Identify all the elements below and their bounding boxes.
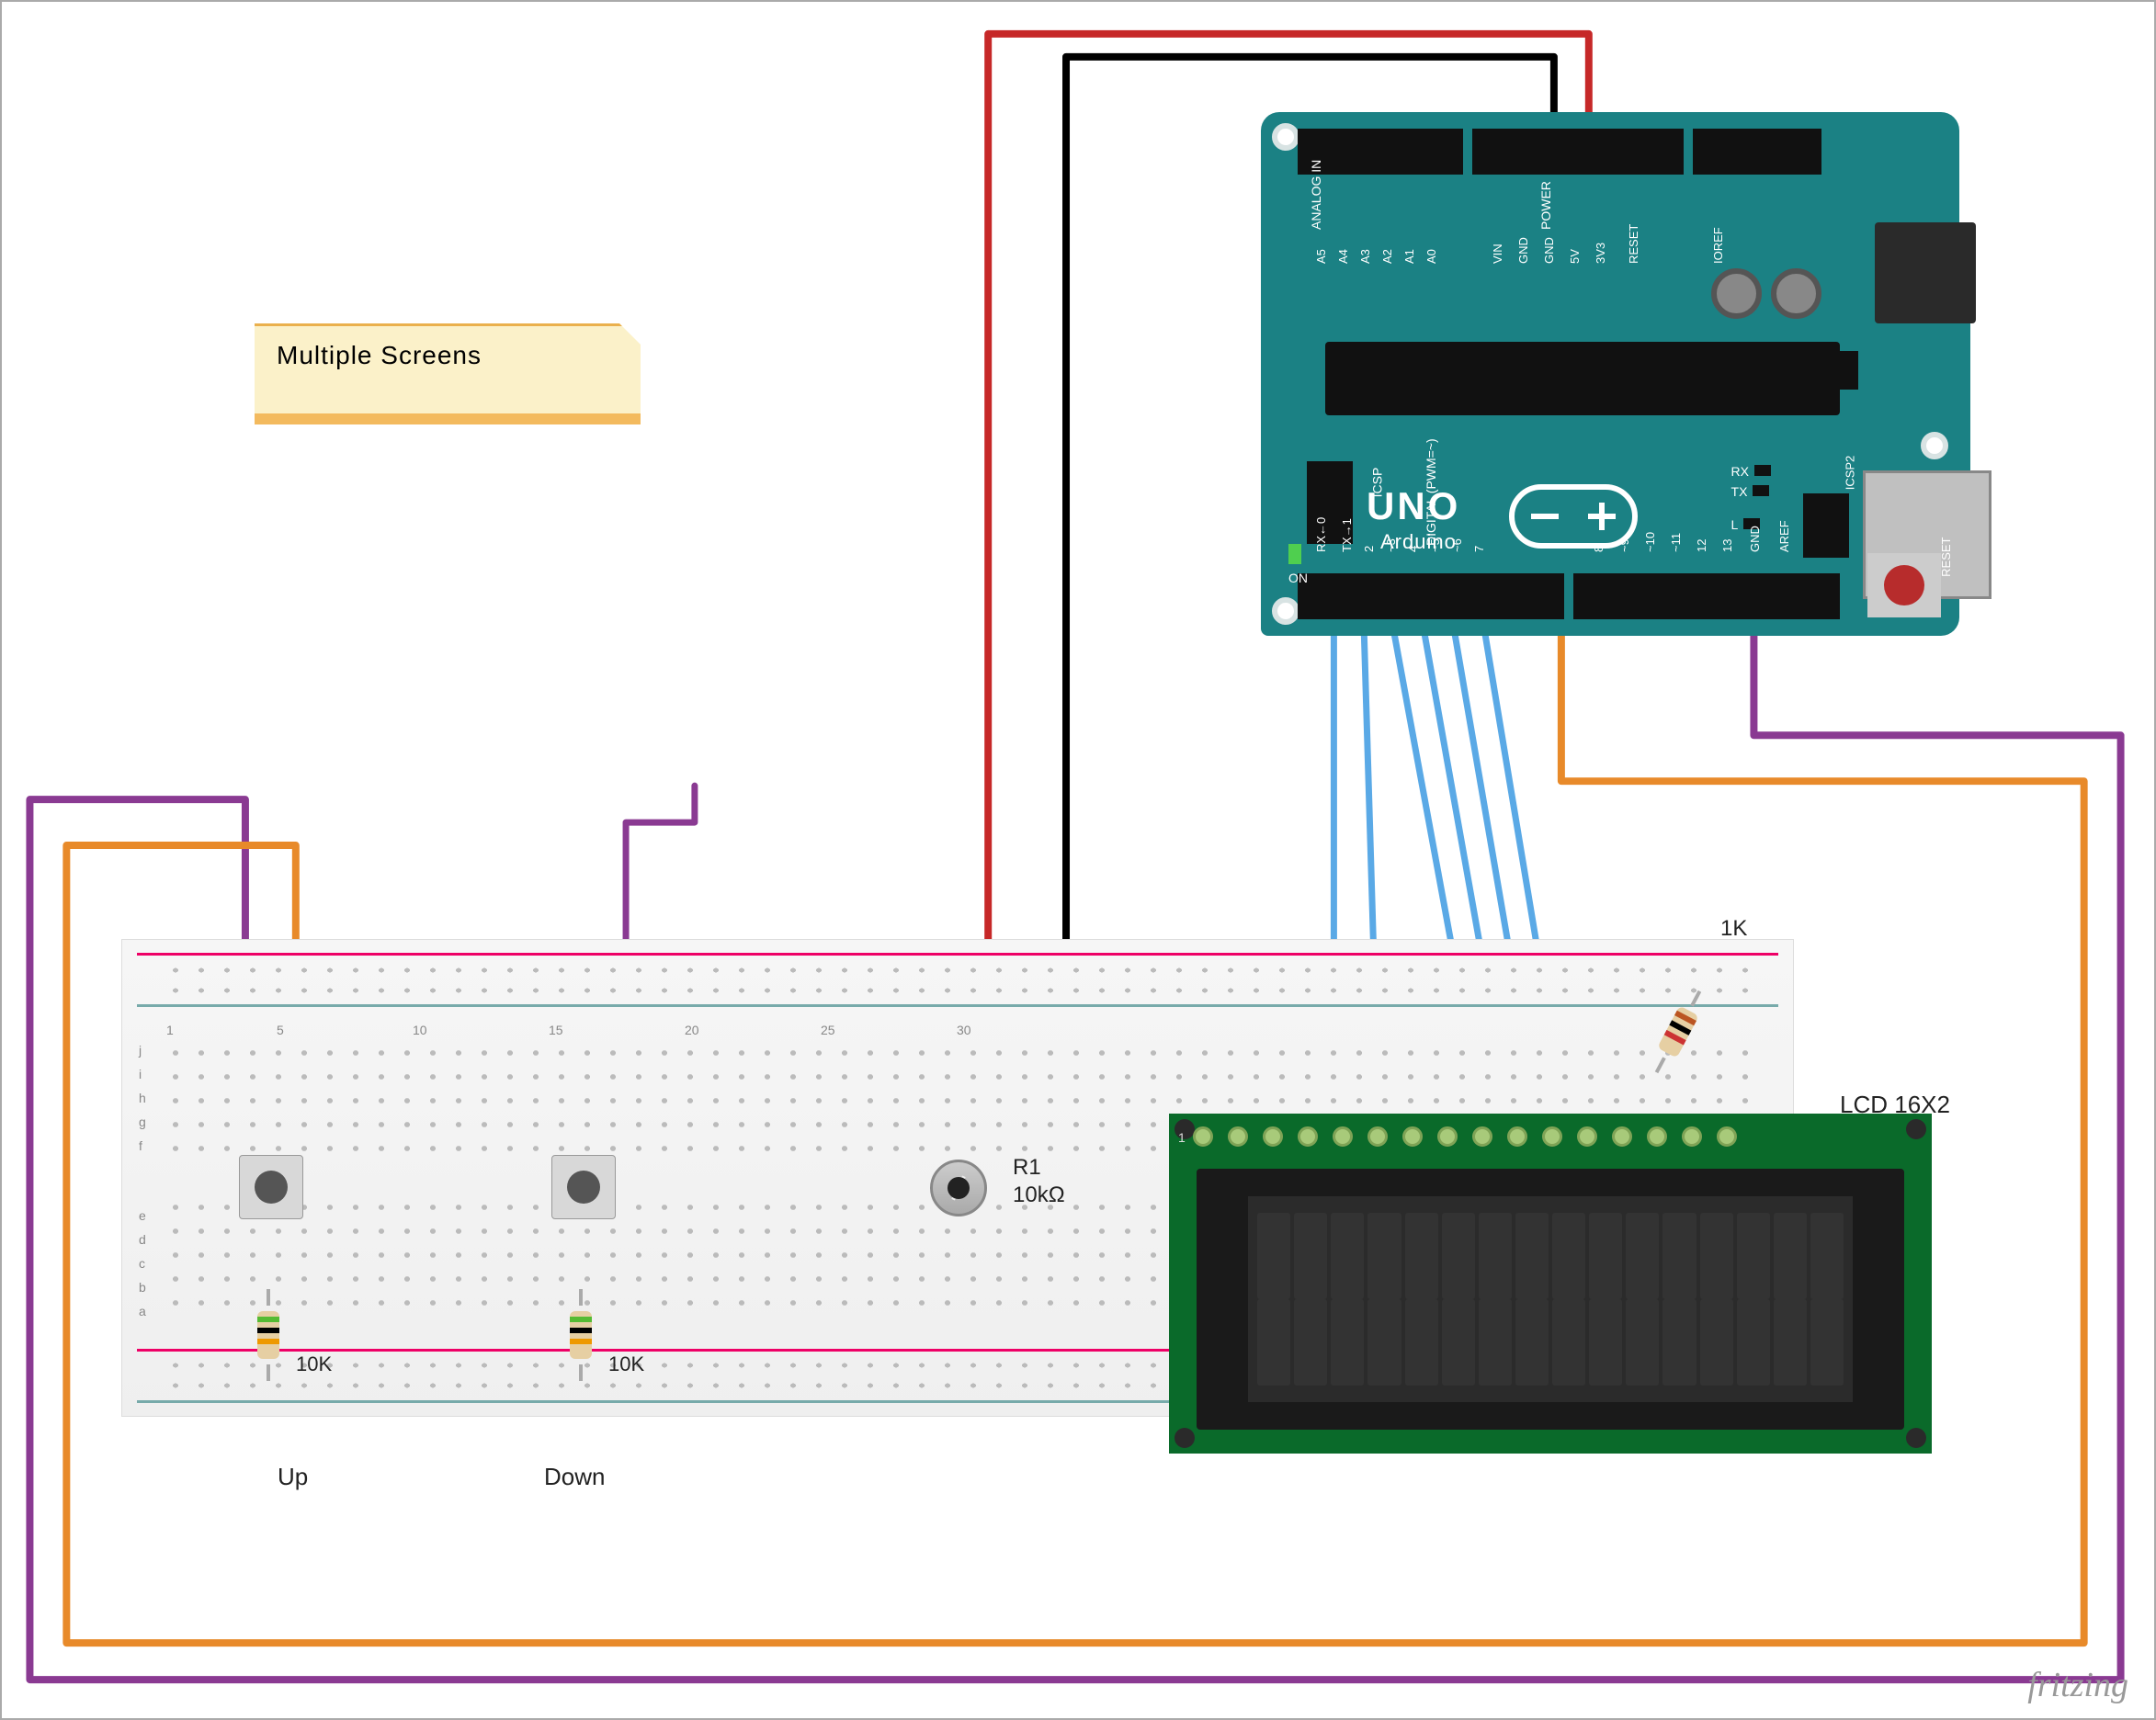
fritzing-watermark: fritzing [2027,1665,2128,1705]
arduino-icsp-label: ICSP [1369,468,1384,498]
resistor-1k-label: 1K [1720,916,1747,942]
arduino-reset-button[interactable] [1867,553,1941,617]
note-sticky[interactable]: Multiple Screens [255,323,641,424]
pushbutton-up[interactable] [239,1155,303,1219]
lcd-label: LCD 16X2 [1840,1091,1950,1119]
arduino-power-section-label: POWER [1538,181,1553,230]
lcd-pin-header[interactable] [1193,1126,1737,1147]
arduino-icsp2-label: ICSP2 [1844,456,1857,491]
pot-value-label: 10kΩ [1013,1182,1065,1208]
resistor-down-10k[interactable] [570,1302,592,1368]
arduino-reset-label: RESET [1939,538,1953,577]
arduino-header-digital-high[interactable] [1573,573,1840,619]
lcd-16x2-module[interactable]: 1 [1169,1114,1932,1454]
arduino-mcu-chip [1325,342,1840,415]
arduino-on-led: ON [1288,544,1308,585]
lcd-screen [1197,1169,1904,1430]
resistor-down-label: 10K [608,1352,644,1376]
arduino-analog-section-label: ANALOG IN [1309,160,1323,230]
arduino-icsp2-header[interactable] [1803,493,1849,558]
arduino-header-digital-low[interactable] [1298,573,1564,619]
pot-ref-label: R1 [1013,1155,1041,1181]
resistor-up-10k[interactable] [257,1302,279,1368]
potentiometer-r1[interactable] [930,1160,987,1216]
pushbutton-down[interactable] [551,1155,616,1219]
diagram-canvas: Multiple Screens UNO Arduino RESET ICSP2… [0,0,2156,1720]
note-text: Multiple Screens [277,341,482,369]
button-down-label: Down [544,1463,605,1491]
lcd-pin1-label: 1 [1178,1130,1186,1145]
arduino-rxtx-leds: RX TX L [1731,461,1771,535]
resistor-up-label: 10K [296,1352,332,1376]
arduino-power-jack[interactable] [1875,222,1976,323]
button-up-label: Up [278,1463,308,1491]
arduino-header-ioref[interactable] [1693,129,1821,175]
arduino-header-power[interactable] [1472,129,1684,175]
arduino-uno-board[interactable]: UNO Arduino RESET ICSP2 ICSP RX TX L ON … [1261,112,1959,636]
arduino-digital-section-label: DIGITAL (PWM=~) [1424,438,1438,546]
